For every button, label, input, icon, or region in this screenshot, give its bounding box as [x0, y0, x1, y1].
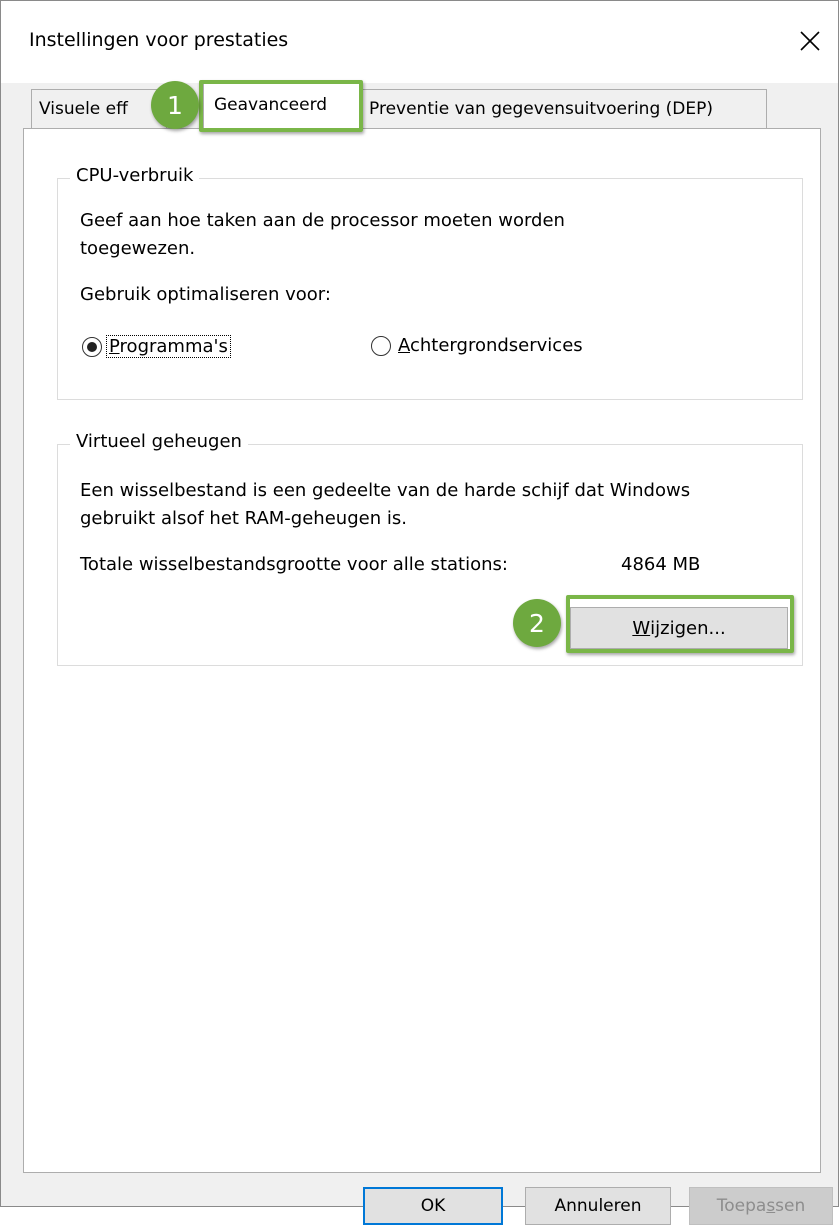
apply-label-accel: s — [766, 1196, 776, 1216]
total-pagefile-label: Totale wisselbestandsgrootte voor alle s… — [80, 554, 508, 575]
radio-background-label: Achtergrondservices — [395, 335, 586, 356]
cpu-description-line1: Geef aan hoe taken aan de processor moet… — [80, 210, 565, 231]
close-button[interactable] — [788, 19, 832, 63]
tab-dep-label: Preventie van gegevensuitvoering (DEP) — [369, 99, 713, 119]
cancel-button[interactable]: Annuleren — [525, 1187, 671, 1225]
radio-programs[interactable]: Programma's — [82, 335, 231, 358]
radio-selected-dot — [87, 341, 97, 352]
virtual-memory-group: Virtueel geheugen Een wisselbestand is e… — [57, 431, 803, 666]
step2-number: 2 — [529, 608, 545, 638]
tab-advanced[interactable]: Geavanceerd — [203, 83, 361, 130]
apply-label-pre: Toepa — [716, 1196, 767, 1216]
close-icon — [800, 31, 820, 51]
radio-background-circle[interactable] — [371, 335, 391, 356]
radio-programs-accel: P — [109, 336, 120, 357]
apply-label-post: sen — [775, 1196, 806, 1216]
radio-programs-rest: rogramma's — [119, 336, 228, 357]
step1-number: 1 — [167, 90, 183, 120]
change-button-rest: ijzigen... — [650, 617, 726, 639]
radio-background-rest: chtergrondservices — [410, 335, 583, 356]
total-pagefile-value: 4864 MB — [621, 554, 701, 575]
title-bar: Instellingen voor prestaties — [1, 1, 838, 83]
radio-programs-circle[interactable] — [82, 336, 102, 357]
virtual-memory-legend: Virtueel geheugen — [70, 431, 248, 452]
advanced-tab-panel: CPU-verbruik Geef aan hoe taken aan de p… — [23, 128, 821, 1173]
radio-background-accel: A — [398, 335, 410, 356]
cpu-usage-group: CPU-verbruik Geef aan hoe taken aan de p… — [57, 165, 803, 400]
radio-background-services[interactable]: Achtergrondservices — [371, 335, 586, 356]
ok-button-label: OK — [420, 1196, 446, 1216]
ok-button[interactable]: OK — [363, 1187, 503, 1225]
cancel-button-label: Annuleren — [554, 1196, 642, 1216]
step2-badge: 2 — [513, 599, 561, 647]
change-button-accel: W — [632, 617, 651, 639]
cpu-description-line2: toegewezen. — [80, 238, 196, 259]
tab-visual-effects[interactable]: Visuele eff — [31, 89, 167, 129]
step1-badge: 1 — [151, 81, 199, 129]
apply-button[interactable]: Toepa s sen — [689, 1187, 833, 1225]
radio-programs-label: Programma's — [106, 335, 231, 358]
tab-strip: Visuele eff Geavanceerd Preventie van ge… — [1, 83, 838, 130]
virtual-memory-description-line2: gebruikt alsof het RAM-geheugen is. — [80, 508, 407, 529]
window-title: Instellingen voor prestaties — [29, 29, 289, 51]
virtual-memory-description-line1: Een wisselbestand is een gedeelte van de… — [80, 480, 691, 501]
tab-advanced-label: Geavanceerd — [214, 95, 328, 115]
cpu-optimize-label: Gebruik optimaliseren voor: — [80, 284, 331, 305]
tab-visual-effects-label: Visuele eff — [39, 99, 128, 119]
change-button[interactable]: Wijzigen... — [570, 607, 788, 649]
tab-dep[interactable]: Preventie van gegevensuitvoering (DEP) — [361, 89, 767, 129]
cpu-usage-legend: CPU-verbruik — [70, 165, 200, 186]
performance-options-dialog: Instellingen voor prestaties Visuele eff… — [0, 0, 839, 1225]
